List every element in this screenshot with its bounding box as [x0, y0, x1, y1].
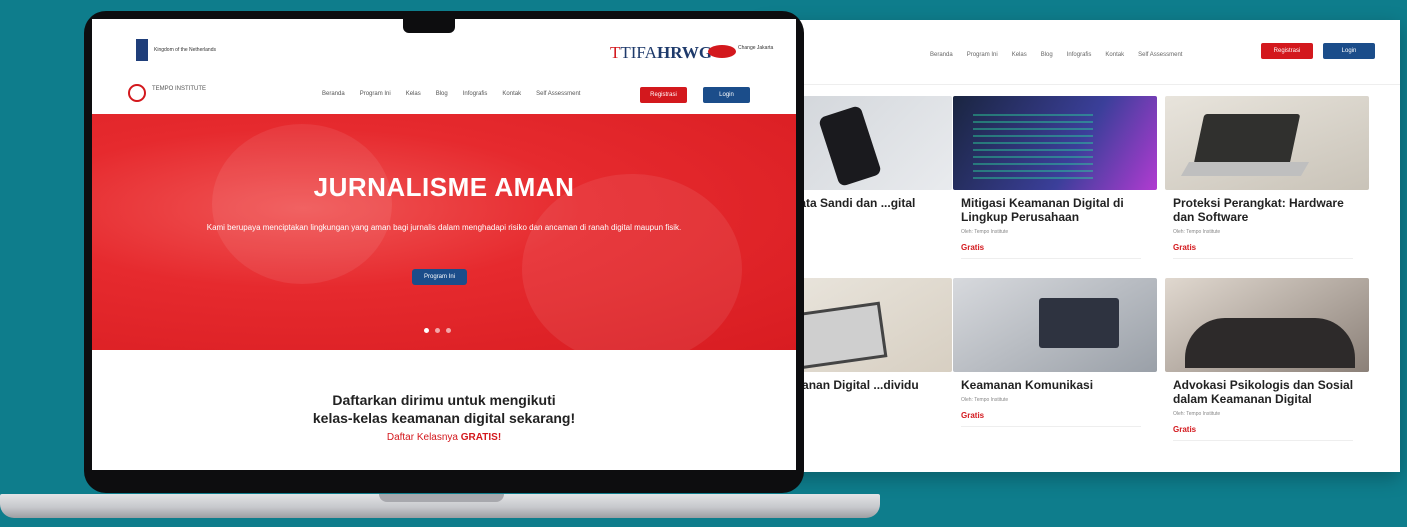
course-card[interactable]: Proteksi Perangkat: Hardware dan Softwar…	[1165, 96, 1369, 259]
nav-link-beranda[interactable]: Beranda	[930, 52, 953, 58]
netherlands-logo	[136, 39, 148, 61]
course-author: Oleh: Tempo Institute	[961, 397, 1009, 403]
laptop-base-notch	[379, 494, 504, 502]
carousel-dot[interactable]	[446, 328, 451, 333]
nav-links: Beranda Program Ini Kelas Blog Infografi…	[322, 91, 580, 97]
carousel-dot[interactable]	[435, 328, 440, 333]
tifa-logo: TTIFA	[610, 43, 657, 62]
partner-logo	[708, 45, 736, 58]
nav-link-kelas[interactable]: Kelas	[406, 91, 421, 97]
login-button[interactable]: Login	[1323, 43, 1375, 59]
carousel-dots	[424, 328, 451, 333]
signup-section: Daftarkan dirimu untuk mengikuti kelas-k…	[92, 391, 796, 443]
course-card[interactable]: Mitigasi Keamanan Digital di Lingkup Per…	[953, 96, 1157, 259]
nav-link-infografis[interactable]: Infografis	[1067, 52, 1092, 58]
main-navbar: TEMPO INSTITUTE Beranda Program Ini Kela…	[92, 77, 796, 115]
nav-link-infografis[interactable]: Infografis	[463, 91, 488, 97]
nav-link-beranda[interactable]: Beranda	[322, 91, 345, 97]
top-navbar: Beranda Program Ini Kelas Blog Infografi…	[760, 20, 1400, 85]
tempo-institute-logo-icon[interactable]	[128, 84, 146, 102]
nav-link-blog[interactable]: Blog	[436, 91, 448, 97]
course-title[interactable]: Advokasi Psikologis dan Sosial dalam Kea…	[1173, 378, 1363, 406]
signup-subheading: Daftar Kelasnya GRATIS!	[92, 432, 796, 443]
signup-subheading-text: Daftar Kelasnya	[386, 432, 458, 443]
netherlands-text: Kingdom of the Netherlands	[154, 47, 216, 53]
camera-notch	[403, 11, 455, 33]
nav-links: Beranda Program Ini Kelas Blog Infografi…	[930, 52, 1182, 58]
nav-link-self-assessment[interactable]: Self Assessment	[536, 91, 580, 97]
course-author: Oleh: Tempo Institute	[1173, 229, 1221, 235]
register-button[interactable]: Registrasi	[1261, 43, 1313, 59]
laptop-screen: Kingdom of the Netherlands TTIFA HRWG Ch…	[92, 19, 796, 470]
hero-decor	[212, 124, 392, 284]
course-card[interactable]: Keamanan Komunikasi Oleh: Tempo Institut…	[953, 278, 1157, 427]
register-button[interactable]: Registrasi	[640, 87, 687, 103]
login-button[interactable]: Login	[703, 87, 750, 103]
course-price: Gratis	[1173, 425, 1353, 441]
nav-link-blog[interactable]: Blog	[1041, 52, 1053, 58]
course-image	[953, 278, 1157, 372]
carousel-dot[interactable]	[424, 328, 429, 333]
nav-link-kontak[interactable]: Kontak	[1105, 52, 1124, 58]
course-image	[1165, 96, 1369, 190]
nav-link-program[interactable]: Program Ini	[360, 91, 391, 97]
course-image	[953, 96, 1157, 190]
nav-link-program[interactable]: Program Ini	[967, 52, 998, 58]
hrwg-logo: HRWG	[657, 43, 713, 62]
course-author: Oleh: Tempo Institute	[961, 229, 1009, 235]
signup-free-text: GRATIS!	[460, 432, 502, 443]
course-price: Gratis	[961, 411, 1141, 427]
hero-title: JURNALISME AMAN	[313, 172, 575, 202]
course-title[interactable]: Mitigasi Keamanan Digital di Lingkup Per…	[961, 196, 1151, 224]
course-card[interactable]: Advokasi Psikologis dan Sosial dalam Kea…	[1165, 278, 1369, 441]
course-author: Oleh: Tempo Institute	[1173, 411, 1221, 417]
hero-program-button[interactable]: Program Ini	[412, 269, 467, 285]
course-title[interactable]: Proteksi Perangkat: Hardware dan Softwar…	[1173, 196, 1363, 224]
signup-heading-line2: kelas-kelas keamanan digital sekarang!	[312, 410, 576, 426]
course-price: Gratis	[1173, 243, 1353, 259]
secondary-webpage: Beranda Program Ini Kelas Blog Infografi…	[760, 20, 1400, 472]
hero-description: Kami berupaya menciptakan lingkungan yan…	[206, 223, 682, 232]
tifa-text: TIFA	[620, 43, 657, 62]
tempo-institute-logo-text[interactable]: TEMPO INSTITUTE	[152, 86, 206, 93]
course-price: Gratis	[961, 243, 1141, 259]
nav-link-kontak[interactable]: Kontak	[502, 91, 521, 97]
course-title[interactable]: Keamanan Komunikasi	[961, 378, 1151, 392]
hero-banner: JURNALISME AMAN Kami berupaya menciptaka…	[92, 114, 796, 350]
partner-logo-text: Change Jakarta	[738, 45, 774, 51]
course-image	[1165, 278, 1369, 372]
signup-heading-line1: Daftarkan dirimu untuk mengikuti	[332, 392, 556, 408]
nav-link-kelas[interactable]: Kelas	[1012, 52, 1027, 58]
nav-link-self-assessment[interactable]: Self Assessment	[1138, 52, 1182, 58]
